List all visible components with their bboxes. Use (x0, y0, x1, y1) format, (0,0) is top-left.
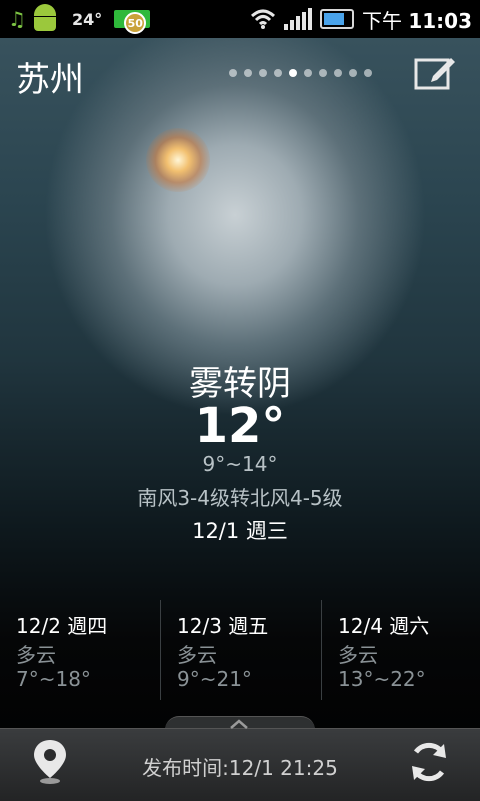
forecast-date: 12/3 週五 (177, 614, 269, 638)
status-time-prefix: 下午 (361, 8, 402, 33)
status-time-value: 11:03 (408, 8, 472, 33)
current-date: 12/1 週三 (192, 519, 288, 543)
forecast-condition: 多云 (177, 643, 217, 667)
page-dot[interactable] (229, 69, 237, 77)
current-range: 9°~14° (202, 452, 278, 476)
current-wind: 南风3-4级转北风4-5级 (137, 486, 343, 510)
page-indicator (229, 69, 372, 77)
status-time: 下午 11:03 (362, 5, 472, 34)
forecast-range: 13°~22° (338, 667, 426, 691)
sun-glow (146, 128, 210, 192)
page-dot[interactable] (334, 69, 342, 77)
wifi-icon (250, 9, 275, 29)
forecast-day-3: 12/4 週六 多云 13°~22° (322, 600, 480, 700)
page-dot[interactable] (304, 69, 312, 77)
refresh-icon[interactable] (406, 738, 452, 786)
battery-icon (319, 9, 354, 29)
page-dot[interactable] (274, 69, 282, 77)
edit-icon[interactable] (413, 54, 457, 92)
forecast-range: 9°~21° (177, 667, 252, 691)
status-left: ♫ 24° 50 (8, 2, 151, 36)
forecast-date: 12/4 週六 (338, 614, 430, 638)
current-temperature: 12° (194, 398, 286, 454)
notification-badge-icon: 50 (114, 10, 151, 34)
page-dot[interactable] (319, 69, 327, 77)
forecast-date: 12/2 週四 (16, 614, 108, 638)
status-right: 下午 11:03 (250, 2, 472, 36)
forecast-condition: 多云 (338, 643, 378, 667)
forecast-list: 12/2 週四 多云 7°~18° 12/3 週五 多云 9°~21° 12/4… (0, 600, 480, 700)
page-dot[interactable] (244, 69, 252, 77)
forecast-day-1: 12/2 週四 多云 7°~18° (0, 600, 160, 700)
android-icon (30, 4, 60, 34)
signal-icon (283, 8, 312, 30)
status-bar: ♫ 24° 50 下午 11:03 (0, 0, 480, 38)
city-name[interactable]: 苏州 (16, 52, 84, 101)
page-dot[interactable] (364, 69, 372, 77)
badge-count: 50 (124, 12, 147, 34)
forecast-day-2: 12/3 週五 多云 9°~21° (161, 600, 321, 700)
page-dot[interactable] (349, 69, 357, 77)
page-dot[interactable] (289, 69, 297, 77)
music-note-icon: ♫ (8, 7, 26, 31)
forecast-condition: 多云 (16, 643, 56, 667)
forecast-range: 7°~18° (16, 667, 91, 691)
chevron-up-icon[interactable] (229, 718, 249, 730)
status-temperature: 24° (72, 9, 103, 29)
page-dot[interactable] (259, 69, 267, 77)
